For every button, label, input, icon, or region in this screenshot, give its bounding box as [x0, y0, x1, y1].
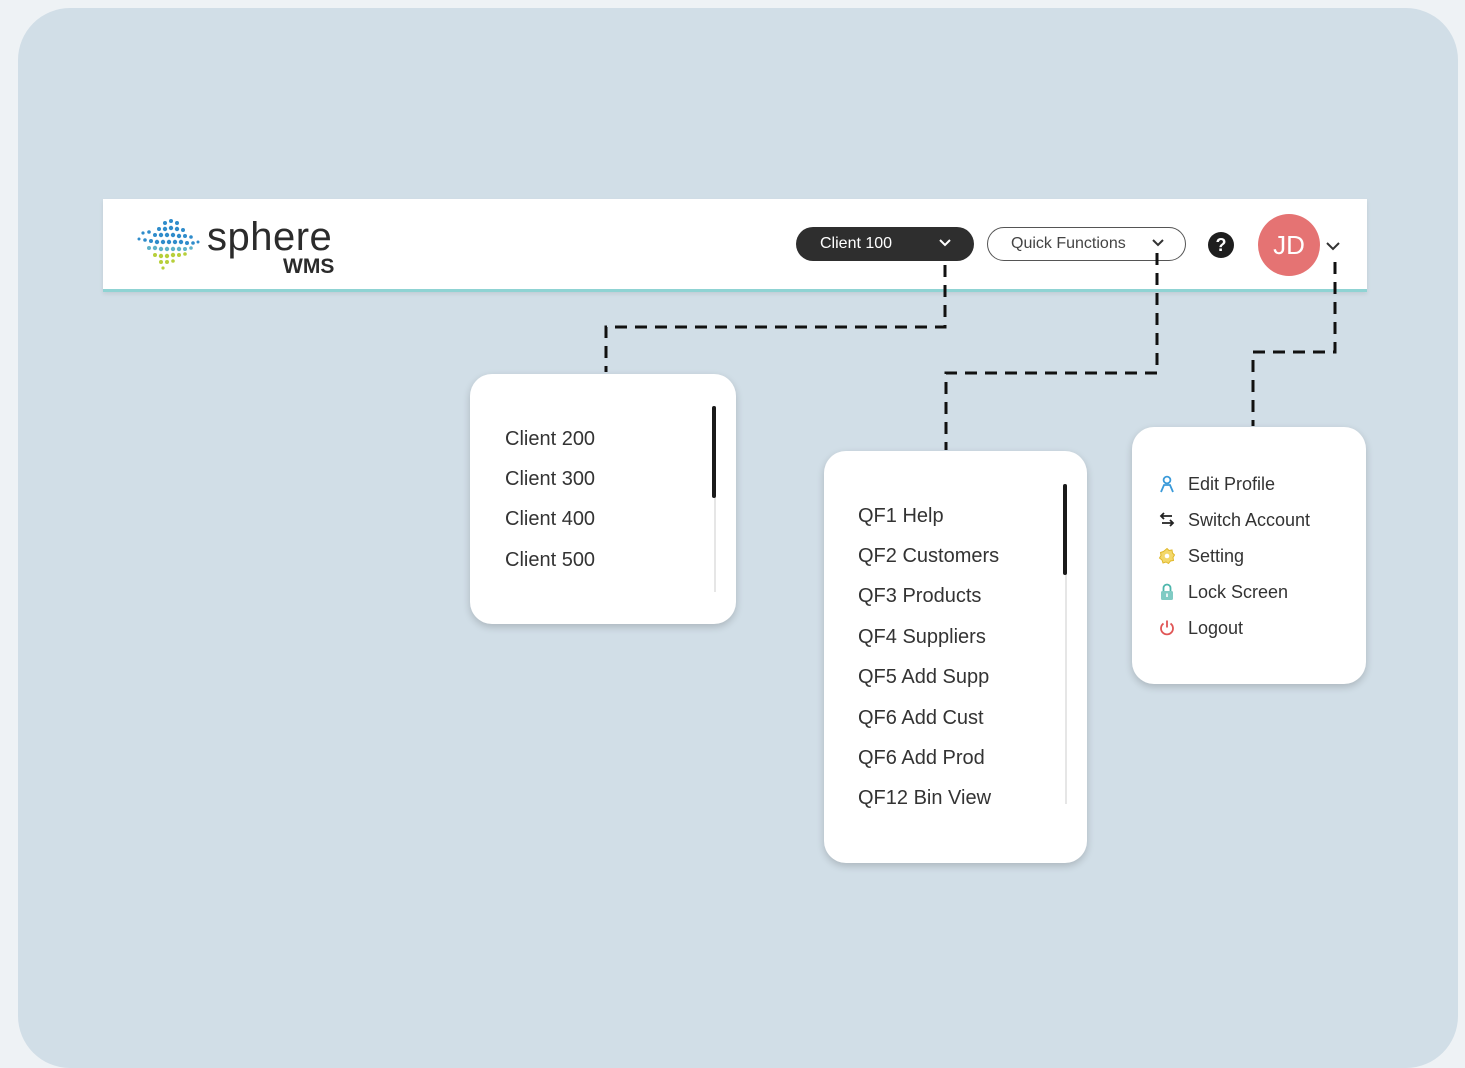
power-icon: [1160, 620, 1174, 636]
scrollbar-thumb[interactable]: [712, 406, 716, 498]
help-icon[interactable]: ?: [1208, 232, 1234, 258]
setting-item[interactable]: Setting: [1158, 546, 1348, 568]
client-selector-label: Client 100: [820, 235, 893, 252]
lock-screen-item[interactable]: Lock Screen: [1158, 582, 1348, 604]
quick-functions-dropdown-menu: QF1 Help QF2 Customers QF3 Products QF4 …: [824, 451, 1087, 863]
brand-name: sphere: [207, 215, 333, 259]
top-navigation-bar: sphere WMS Client 100 Quick Functions ? …: [103, 199, 1367, 292]
client-menu-item[interactable]: Client 500: [505, 549, 595, 572]
logout-label: Logout: [1188, 618, 1244, 638]
client-menu-item[interactable]: Client 300: [505, 468, 595, 491]
quick-function-item[interactable]: QF2 Customers: [858, 545, 999, 568]
quick-functions-button[interactable]: Quick Functions: [987, 227, 1186, 261]
quick-function-item[interactable]: QF12 Bin View: [858, 787, 991, 810]
switch-arrows-icon: [1159, 512, 1175, 527]
chevron-down-icon: [939, 239, 951, 247]
quick-function-item[interactable]: QF6 Add Prod: [858, 747, 985, 770]
chevron-down-icon[interactable]: [1325, 239, 1341, 253]
setting-label: Setting: [1188, 546, 1245, 566]
quick-function-item[interactable]: QF1 Help: [858, 505, 944, 528]
edit-profile-item[interactable]: Edit Profile: [1158, 474, 1348, 496]
quick-function-item[interactable]: QF5 Add Supp: [858, 666, 989, 689]
client-menu-item[interactable]: Client 200: [505, 428, 595, 451]
user-icon: [1160, 475, 1174, 493]
client-dropdown-menu: Client 200 Client 300 Client 400 Client …: [470, 374, 736, 624]
brand-subtitle: WMS: [283, 255, 335, 278]
account-dropdown-menu: Edit Profile Switch Account Setting Lock…: [1132, 427, 1366, 684]
globe-logo-icon: [137, 219, 200, 270]
quick-function-item[interactable]: QF6 Add Cust: [858, 707, 984, 730]
quick-function-item[interactable]: QF4 Suppliers: [858, 626, 986, 649]
scrollbar-thumb[interactable]: [1063, 484, 1067, 575]
switch-account-item[interactable]: Switch Account: [1158, 510, 1348, 532]
quick-function-item[interactable]: QF3 Products: [858, 585, 981, 608]
lock-icon: [1161, 583, 1173, 600]
logout-item[interactable]: Logout: [1158, 618, 1348, 640]
lock-screen-label: Lock Screen: [1188, 582, 1289, 602]
client-selector-button[interactable]: Client 100: [796, 227, 974, 261]
gear-icon: [1158, 547, 1176, 565]
edit-profile-label: Edit Profile: [1188, 474, 1276, 494]
sphere-wms-logo[interactable]: sphere WMS: [135, 213, 355, 279]
quick-functions-label: Quick Functions: [1011, 235, 1126, 252]
chevron-down-icon: [1152, 239, 1164, 247]
client-menu-item[interactable]: Client 400: [505, 508, 595, 531]
user-avatar[interactable]: JD: [1258, 214, 1320, 276]
switch-account-label: Switch Account: [1188, 510, 1311, 530]
